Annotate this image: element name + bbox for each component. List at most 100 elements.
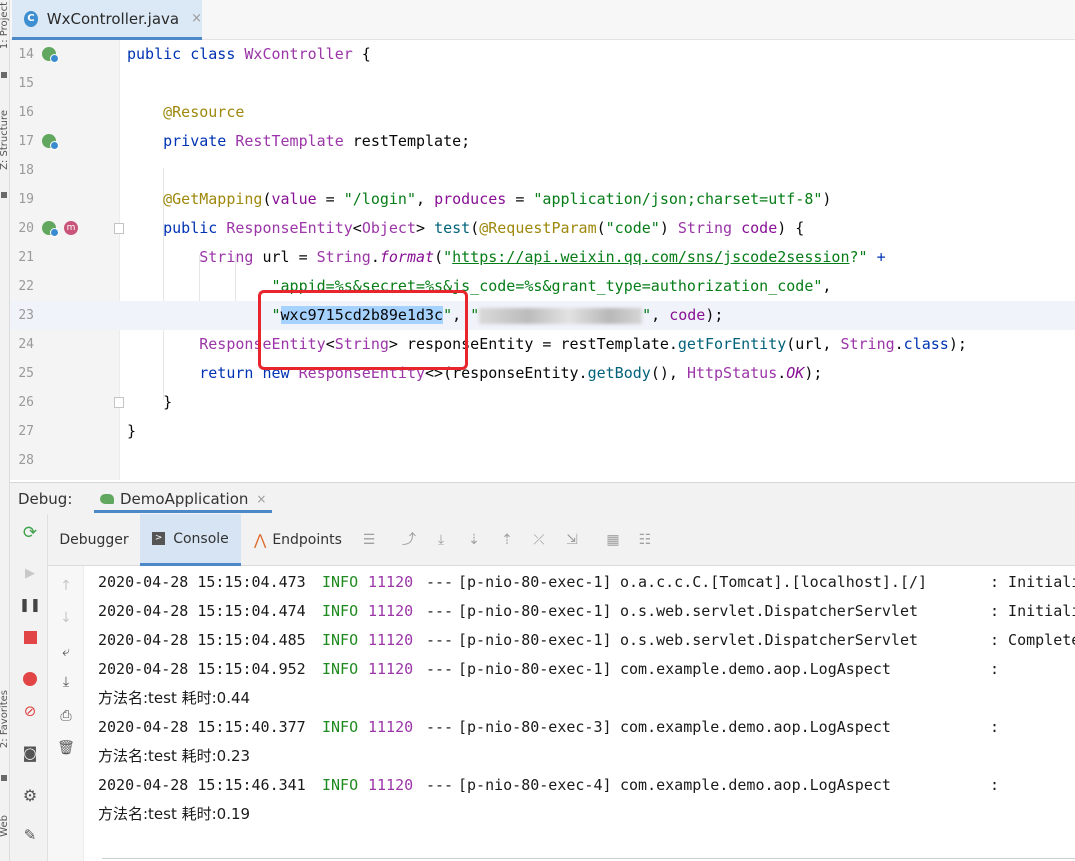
step-over-icon[interactable]: ⤓ [432,531,450,549]
menu-icon[interactable]: ☰ [360,531,378,549]
soft-wrap-icon[interactable]: ⤶ [56,642,76,662]
debug-toolbar: ⟳ ▶ ❚❚ ⊘ ◙ ⚙ ✎ [10,514,48,861]
code-token: class [903,335,949,353]
project-tool-label[interactable]: 1: Project [0,2,10,49]
line-number: 26 [18,395,34,410]
rerun-icon[interactable]: ⟳ [21,523,39,543]
web-tool-label[interactable]: Web [0,815,10,837]
tab-console[interactable]: > Console [140,514,241,566]
tab-debugger[interactable]: Debugger [48,514,140,566]
view-breakpoints-icon[interactable] [21,670,39,688]
code-line: 23 "wxc9715cd2b89e1d3c", " ", code); [10,301,1075,330]
spring-bean-icon[interactable] [42,221,59,237]
close-run-tab-icon[interactable]: × [256,492,266,506]
code-token: @GetMapping [163,190,263,208]
stop-icon[interactable] [21,628,39,646]
spring-bean-icon[interactable] [42,134,59,150]
code-token: < [352,219,362,237]
scroll-to-end-icon[interactable]: ⤓ [56,672,76,692]
log-message-text: 方法名:test 耗时:0.44 [98,689,251,707]
close-tab-icon[interactable]: × [191,11,202,26]
resume-icon[interactable]: ▶ [21,564,39,582]
console-output[interactable]: 2020-04-28 15:15:04.473 INFO 11120 --- [p-ni… [84,566,1075,861]
code-token: HttpStatus [686,364,778,382]
log-level: INFO [322,602,359,620]
code-token [479,307,643,324]
down-arrow-icon[interactable]: ↓ [56,608,76,628]
trash-icon[interactable]: 🗑 [56,738,76,758]
code-token: " [642,306,652,324]
line-number: 28 [18,453,34,468]
drop-frame-icon[interactable]: ⤫ [530,531,548,549]
log-message: 方法名:test 耗时:0.23 [98,742,250,770]
code-token: Object [361,219,416,237]
evaluate-expression-icon[interactable]: ▦ [604,531,622,549]
structure-tool-label[interactable]: Z: Structure [0,110,10,170]
code-token: getForEntity [677,335,787,353]
line-number: 27 [18,424,34,439]
line-number: 16 [18,105,34,120]
debug-label: Debug: [18,490,73,508]
code-editor[interactable]: 14 public class WxController {15 16 @Resou… [10,40,1075,480]
gear-icon[interactable]: ⚙ [21,786,39,805]
line-number: 25 [18,366,34,381]
code-token: ( [262,190,272,208]
spring-bean-icon[interactable] [42,47,59,63]
console-divider [102,858,1075,859]
code-token: } [127,422,137,440]
console-icon: > [152,532,166,545]
debug-tool-window-header: Debug: DemoApplication × [10,482,1075,514]
left-tool-strip: 1: Project Z: Structure 2: Favorites Web [0,0,10,861]
run-config-tab[interactable]: DemoApplication × [94,487,273,513]
code-token: String [199,248,254,266]
editor-tab-bar: C WxController.java × [10,0,1075,40]
log-message-text: 方法名:test 耗时:0.23 [98,747,251,765]
code-token: getBody [587,364,651,382]
line-number: 18 [18,163,34,178]
tab-endpoints[interactable]: ⋀ Endpoints [254,514,364,566]
favorites-tool-label[interactable]: 2: Favorites [0,690,10,748]
fold-marker-icon[interactable] [114,223,124,234]
line-number: 23 [18,308,34,323]
code-text: String url = String.format("https://api.… [127,243,886,272]
code-text: public ResponseEntity<Object> test(@Requ… [127,214,804,243]
log-logger: com.example.demo.aop.LogAspect [620,660,891,678]
code-token: ) { [777,219,805,237]
mute-breakpoints-icon[interactable]: ⊘ [21,702,39,720]
override-method-icon[interactable]: m [64,221,78,235]
code-token: produces [434,190,507,208]
code-token: ResponseEntity [226,219,353,237]
code-token: ) [822,190,832,208]
line-number: 20 [18,221,34,236]
code-token: OK [786,364,805,382]
trace-icon[interactable]: ☷ [636,531,654,549]
editor-tab-wxcontroller[interactable]: C WxController.java × [12,0,202,40]
run-to-cursor-icon[interactable]: ⇲ [563,531,581,549]
code-token: + [876,248,886,266]
log-timestamp: 2020-04-28 15:15:40.377 [98,718,306,736]
log-pid: 11120 [368,776,414,794]
code-text: ResponseEntity<String> responseEntity = … [127,330,967,359]
up-arrow-icon[interactable]: ↑ [56,576,76,596]
code-token: url = [253,248,317,266]
log-thread: [p-nio-80-exec-1] [458,660,612,678]
camera-icon[interactable]: ◙ [21,744,39,762]
show-execution-point-icon[interactable]: ⤴ [400,531,418,549]
log-timestamp: 2020-04-28 15:15:04.485 [98,631,306,649]
step-out-icon[interactable]: ⇡ [498,531,516,549]
log-timestamp: 2020-04-28 15:15:46.341 [98,776,306,794]
code-line: 18 [10,156,1075,185]
step-into-icon[interactable]: ⇣ [465,531,483,549]
print-icon[interactable]: ⎙ [56,706,76,726]
log-message-text: : [990,660,1000,678]
log-pid: 11120 [368,573,414,591]
fold-marker-icon[interactable] [114,397,124,408]
pause-icon[interactable]: ❚❚ [19,596,41,614]
code-text: @Resource [127,98,244,127]
pin-icon[interactable]: ✎ [21,826,39,844]
code-line: 14 public class WxController { [10,40,1075,69]
